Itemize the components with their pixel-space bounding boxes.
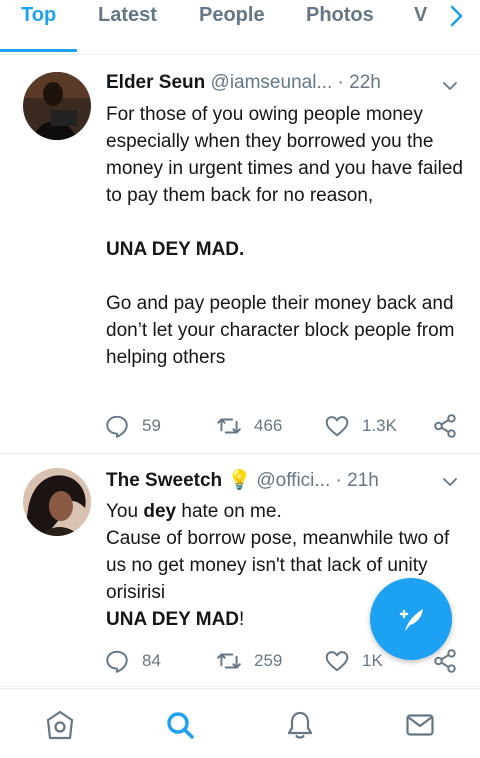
share-icon [434,649,456,673]
tweet[interactable]: Elder Seun @iamseunal... · 22h For those… [0,56,480,454]
tab-photos[interactable]: Photos [306,4,374,27]
author-name[interactable]: Elder Seun [106,72,205,93]
tweet-header: The Sweetch 💡 @offici... · 21h [106,468,466,496]
chevron-down-icon[interactable] [442,474,458,490]
retweet-count: 466 [254,416,283,435]
text-run-bold: UNA DEY MAD [106,609,240,630]
reply-icon [106,650,128,673]
separator-dot: · [335,470,342,491]
share-icon [434,414,456,438]
heart-icon [325,651,349,672]
tab-top[interactable]: Top [21,4,56,27]
avatar[interactable] [23,468,91,536]
chevron-right-icon[interactable] [444,4,468,28]
retweet-count: 259 [254,651,283,670]
author-handle[interactable]: @offici... [256,470,330,491]
retweet-icon [217,418,241,434]
tweet-paragraph: For those of you owing people money espe… [106,104,463,206]
search-icon[interactable] [164,709,196,741]
lightbulb-emoji-icon: 💡 [227,469,252,491]
tweet-paragraph: Go and pay people their money back and d… [106,293,455,368]
like-button[interactable]: 1K [324,645,383,677]
like-button[interactable]: 1.3K [324,410,397,442]
share-button[interactable] [432,410,470,442]
tweet-time: 21h [347,470,379,491]
reply-icon [106,415,128,438]
like-count: 1.3K [362,416,397,435]
tab-people[interactable]: People [199,4,265,27]
active-tab-indicator [0,49,77,52]
tweet-actions: 59 466 1.3K [104,410,464,442]
compose-tweet-icon [399,609,423,631]
retweet-button[interactable]: 259 [216,645,282,677]
reply-count: 84 [142,651,161,670]
reply-count: 59 [142,416,161,435]
search-tabs: Top Latest People Photos V [0,0,480,55]
tweet-text: For those of you owing people money espe… [106,101,466,371]
like-count: 1K [362,651,383,670]
bottom-nav [0,688,480,758]
separator-dot: · [337,72,344,93]
reply-button[interactable]: 84 [104,645,161,677]
home-icon[interactable] [44,709,76,741]
chevron-down-icon[interactable] [442,78,458,94]
tweet-header: Elder Seun @iamseunal... · 22h [106,72,466,100]
reply-button[interactable]: 59 [104,410,161,442]
tweet-line: You dey hate on me. [106,498,466,525]
author-name[interactable]: The Sweetch [106,470,222,491]
retweet-button[interactable]: 466 [216,410,282,442]
heart-icon [325,416,349,437]
text-run: ! [239,609,245,630]
retweet-icon [217,653,241,669]
text-run-bold: dey [143,501,177,522]
text-run: You [106,501,144,522]
avatar[interactable] [23,72,91,140]
tweet-paragraph: UNA DEY MAD. [106,239,245,260]
tab-videos-partial[interactable]: V [414,4,427,27]
tab-latest[interactable]: Latest [98,4,157,27]
compose-tweet-button[interactable] [370,578,452,660]
messages-icon[interactable] [404,709,436,741]
text-run: hate on me. [176,501,282,522]
notifications-icon[interactable] [284,709,316,741]
author-handle[interactable]: @iamseunal... [211,72,333,93]
tweet-time: 22h [349,72,381,93]
